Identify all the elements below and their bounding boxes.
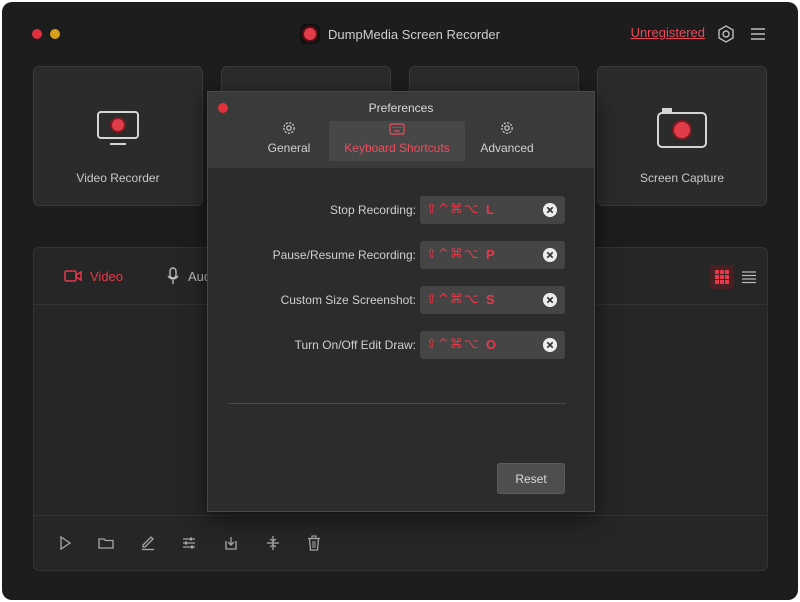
shortcut-modifiers: ⇧^⌘⌥ (426, 202, 480, 217)
edit-icon[interactable] (140, 535, 156, 551)
shortcut-modifiers: ⇧^⌘⌥ (426, 337, 480, 352)
grid-view-button[interactable] (710, 265, 734, 289)
shortcut-label: Turn On/Off Edit Draw: (294, 338, 416, 352)
monitor-record-icon (97, 111, 139, 145)
play-icon[interactable] (57, 535, 73, 551)
shortcut-label: Pause/Resume Recording: (272, 248, 416, 262)
shortcut-row-pause-resume: Pause/Resume Recording: ⇧^⌘⌥ P (208, 241, 594, 269)
reset-button[interactable]: Reset (497, 463, 565, 494)
shortcut-key: S (486, 292, 495, 307)
app-title: DumpMedia Screen Recorder (328, 26, 500, 42)
app-logo-icon (300, 24, 321, 44)
video-camera-icon (64, 270, 82, 282)
gear-icon (501, 122, 513, 134)
shortcut-modifiers: ⇧^⌘⌥ (426, 247, 480, 262)
preferences-dialog: Preferences General Keyboard Shortcuts A… (207, 91, 595, 512)
trim-icon[interactable] (265, 535, 281, 551)
export-icon[interactable] (223, 535, 239, 551)
card-label: Screen Capture (639, 171, 725, 185)
tab-advanced[interactable]: Advanced (474, 121, 540, 161)
shortcut-key: O (486, 337, 497, 352)
tab-label: Advanced (480, 141, 534, 155)
list-view-icon[interactable] (741, 269, 757, 285)
preferences-header: Preferences General Keyboard Shortcuts A… (208, 92, 594, 168)
microphone-icon (167, 267, 179, 284)
tab-video[interactable]: Video (64, 266, 123, 286)
card-label: Video Recorder (76, 171, 160, 185)
shortcut-label: Stop Recording: (329, 203, 416, 217)
tab-keyboard-shortcuts[interactable]: Keyboard Shortcuts (329, 121, 465, 161)
screen-capture-card[interactable]: Screen Capture (597, 66, 767, 206)
divider (228, 403, 566, 404)
shortcut-key: P (486, 247, 495, 262)
grid-icon (715, 270, 729, 284)
video-recorder-card[interactable]: Video Recorder (33, 66, 203, 206)
shortcut-field[interactable]: ⇧^⌘⌥ S (420, 286, 565, 314)
tab-audio[interactable]: Aud (166, 266, 211, 286)
keyboard-icon (389, 123, 405, 135)
shortcut-row-stop-recording: Stop Recording: ⇧^⌘⌥ L (208, 196, 594, 224)
trash-icon[interactable] (306, 535, 322, 551)
camera-icon (657, 108, 707, 148)
shortcut-field[interactable]: ⇧^⌘⌥ P (420, 241, 565, 269)
shortcut-row-edit-draw: Turn On/Off Edit Draw: ⇧^⌘⌥ O (208, 331, 594, 359)
shortcut-label: Custom Size Screenshot: (280, 293, 416, 307)
shortcut-row-custom-screenshot: Custom Size Screenshot: ⇧^⌘⌥ S (208, 286, 594, 314)
bottom-toolbar (34, 515, 767, 570)
app-window: DumpMedia Screen Recorder Unregistered V… (2, 2, 798, 600)
shortcut-field[interactable]: ⇧^⌘⌥ O (420, 331, 565, 359)
tab-label: Video (90, 268, 124, 284)
adjust-icon[interactable] (181, 535, 197, 551)
tab-label: Keyboard Shortcuts (344, 141, 450, 155)
clear-icon[interactable] (543, 248, 557, 262)
clear-icon[interactable] (543, 293, 557, 307)
unregistered-link[interactable]: Unregistered (631, 25, 705, 40)
settings-icon[interactable] (716, 24, 736, 44)
shortcut-field[interactable]: ⇧^⌘⌥ L (420, 196, 565, 224)
folder-icon[interactable] (98, 535, 114, 551)
tab-general[interactable]: General (261, 121, 317, 161)
shortcut-key: L (486, 202, 494, 217)
clear-icon[interactable] (543, 338, 557, 352)
clear-icon[interactable] (543, 203, 557, 217)
menu-icon[interactable] (748, 24, 768, 44)
tab-label: General (267, 141, 311, 155)
gear-icon (283, 122, 295, 134)
dialog-title: Preferences (368, 101, 434, 115)
shortcut-modifiers: ⇧^⌘⌥ (426, 292, 480, 307)
